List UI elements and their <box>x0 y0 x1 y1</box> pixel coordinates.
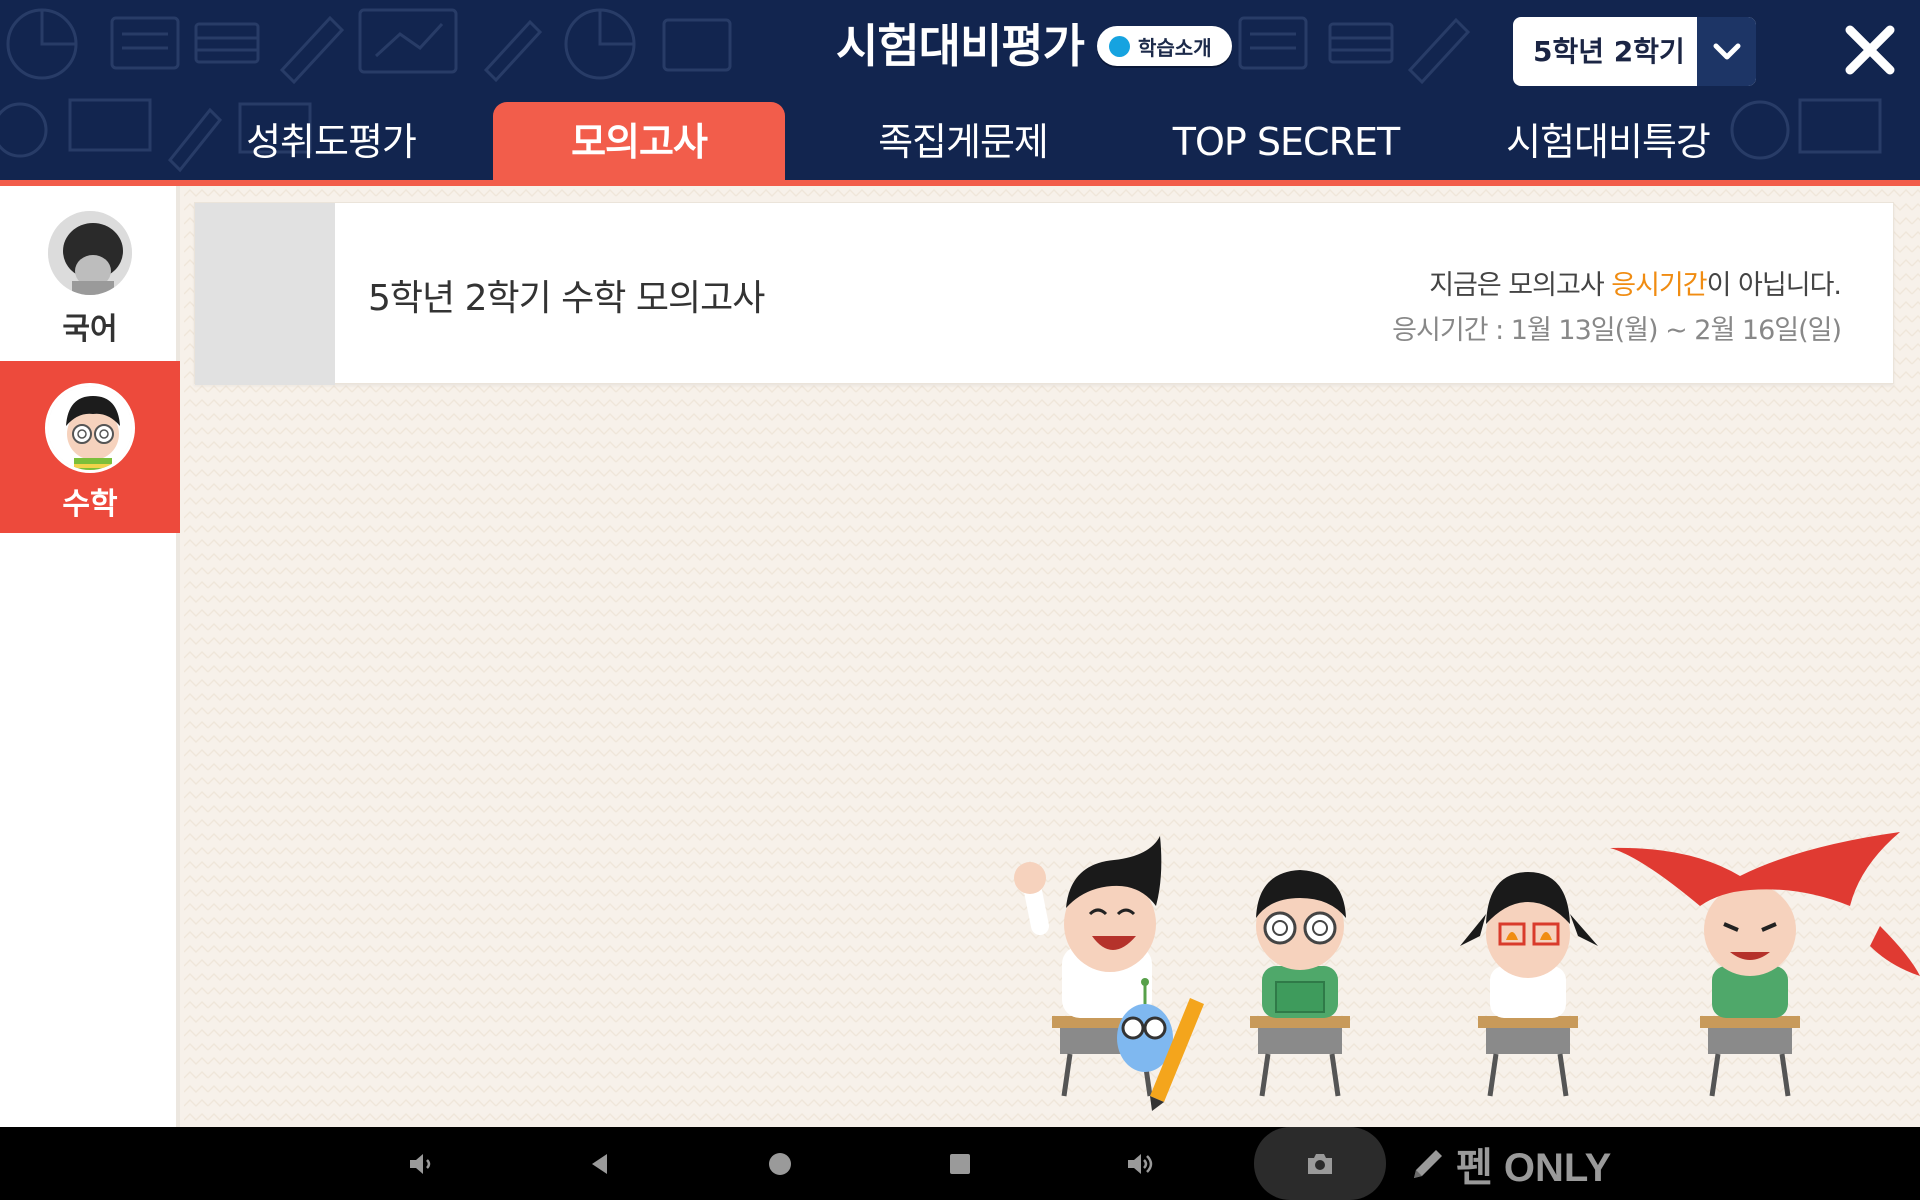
main-content: 5학년 2학기 수학 모의고사 지금은 모의고사 응시기간이 아닙니다. 응시기… <box>184 186 1920 1127</box>
volume-up-icon[interactable] <box>1120 1127 1160 1200</box>
exam-title: 5학년 2학기 수학 모의고사 <box>368 278 765 319</box>
math-avatar <box>45 383 135 473</box>
sidebar-item-math[interactable]: 수학 <box>0 361 180 533</box>
tab-mock-exam[interactable]: 모의고사 <box>493 102 785 182</box>
learning-intro-button[interactable]: 학습소개 <box>1097 26 1232 66</box>
info-dot-icon <box>1109 35 1130 57</box>
status-highlight: 응시기간 <box>1611 270 1707 301</box>
system-navbar: 펜 ONLY <box>0 1127 1920 1200</box>
recents-icon[interactable] <box>940 1127 980 1200</box>
tab-top-secret[interactable]: TOP SECRET <box>1140 102 1432 182</box>
learning-intro-label: 학습소개 <box>1138 35 1212 60</box>
tab-achievement-test[interactable]: 성취도평가 <box>185 102 477 182</box>
sidebar-item-korean[interactable]: 국어 <box>0 186 180 358</box>
tab-exam-lecture[interactable]: 시험대비특강 <box>1462 102 1754 182</box>
exam-period: 응시기간 : 1월 13일(월) ~ 2월 16일(일) <box>1392 315 1842 346</box>
sidebar-item-label: 국어 <box>62 312 118 347</box>
pen-only-label: 펜 ONLY <box>1456 1145 1612 1190</box>
status-prefix: 지금은 모의고사 <box>1429 270 1612 301</box>
chevron-down-icon <box>1697 17 1756 86</box>
students-illustration <box>1014 832 1920 1111</box>
exam-availability-message: 지금은 모의고사 응시기간이 아닙니다. <box>1392 263 1842 302</box>
camera-icon <box>1308 1153 1332 1174</box>
korean-avatar <box>45 208 135 298</box>
grade-semester-value: 5학년 2학기 <box>1533 35 1685 68</box>
exam-status: 지금은 모의고사 응시기간이 아닙니다. 응시기간 : 1월 13일(월) ~ … <box>1392 263 1842 347</box>
grade-semester-dropdown[interactable]: 5학년 2학기 <box>1513 17 1756 86</box>
sidebar-item-label: 수학 <box>62 487 118 522</box>
back-icon[interactable] <box>580 1127 620 1200</box>
screenshot-button[interactable] <box>1254 1127 1386 1200</box>
home-icon[interactable] <box>760 1127 800 1200</box>
exam-card[interactable]: 5학년 2학기 수학 모의고사 지금은 모의고사 응시기간이 아닙니다. 응시기… <box>194 202 1894 385</box>
close-icon[interactable] <box>1842 22 1898 78</box>
page-title: 시험대비평가 <box>836 19 1085 73</box>
pen-only-toggle[interactable]: 펜 ONLY <box>1408 1127 1611 1200</box>
subject-sidebar: 국어 수학 <box>0 186 180 1127</box>
tab-key-questions[interactable]: 족집게문제 <box>817 102 1109 182</box>
app-header: 시험대비평가 학습소개 5학년 2학기 성취도평가 모의고사 족집게문제 TOP… <box>0 0 1920 186</box>
status-suffix: 이 아닙니다. <box>1706 270 1842 301</box>
exam-thumbnail <box>195 203 335 385</box>
pencil-icon <box>1414 1149 1442 1178</box>
volume-down-icon[interactable] <box>400 1127 440 1200</box>
